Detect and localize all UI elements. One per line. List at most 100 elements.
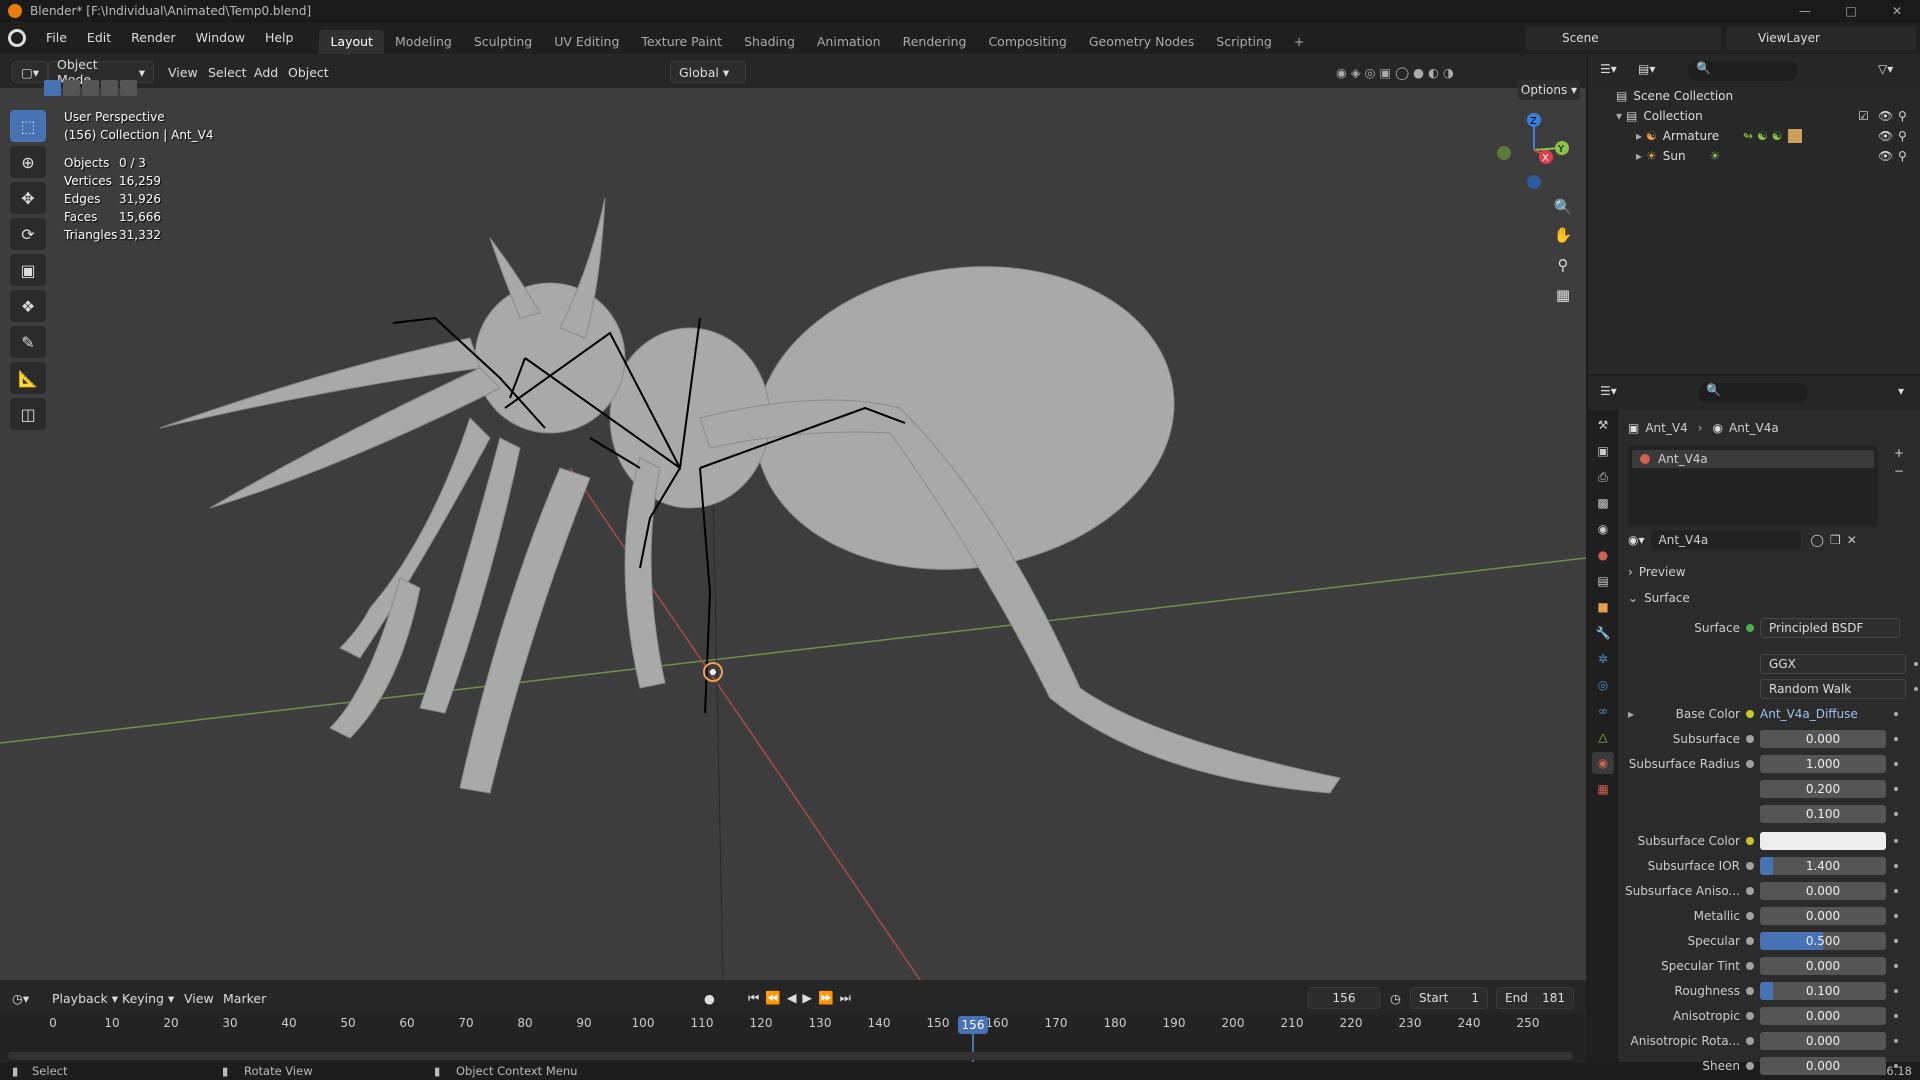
surface-panel-header[interactable]: ⌄ Surface [1618, 588, 1920, 608]
add-cube-tool-icon[interactable]: ◫ [10, 398, 46, 430]
subsurface-color-swatch[interactable] [1760, 832, 1886, 850]
material-name-field[interactable]: Ant_V4a [1650, 530, 1801, 550]
property-value-field[interactable]: 0.100 [1760, 982, 1886, 1000]
record-icon[interactable]: ● [704, 987, 715, 1009]
collection-checkbox[interactable]: ☑ [1858, 109, 1869, 123]
preview-panel-header[interactable]: › Preview [1618, 562, 1920, 582]
expand-sun-icon[interactable]: ▸ [1636, 149, 1642, 163]
pan-hand-icon[interactable]: ✋ [1550, 222, 1576, 248]
select-box-tool-icon[interactable]: ⬚ [10, 110, 46, 142]
zoom-icon[interactable]: 🔍 [1550, 194, 1576, 220]
playback-controls[interactable]: ⏮⏪◀▶⏩⏭ [748, 987, 857, 1009]
unlink-material-icon[interactable]: ✕ [1847, 533, 1857, 547]
base-color-texture-link[interactable]: Ant_V4a_Diffuse [1760, 707, 1886, 721]
distribution-dropdown[interactable]: GGX [1760, 654, 1906, 674]
property-value-field[interactable]: 0.000 [1760, 907, 1886, 925]
keyframe-dot[interactable] [1894, 914, 1898, 918]
expand-collection-icon[interactable]: ▾ [1616, 109, 1622, 123]
options-dropdown[interactable]: Options ▾ [1518, 80, 1580, 100]
camera-render-icon[interactable]: ⚲ [1898, 129, 1907, 143]
tab-scripting[interactable]: Scripting [1205, 30, 1283, 54]
eye-icon[interactable]: 👁 [1878, 109, 1893, 123]
eye-icon[interactable]: 👁 [1878, 129, 1893, 143]
physics-tab-icon[interactable]: ◎ [1592, 674, 1614, 696]
surface-shader-dropdown[interactable]: Principled BSDF [1760, 618, 1900, 638]
object-tab-icon[interactable]: ■ [1592, 596, 1614, 618]
expand-base-color-icon[interactable]: ▸ [1618, 707, 1634, 721]
property-value-field[interactable]: 1.400 [1760, 857, 1886, 875]
property-value-field[interactable]: 0.000 [1760, 1032, 1886, 1050]
frame-ruler[interactable]: 0 10 20 30 40 50 60 70 80 90 100 110 120 130 140 150 160… [0, 1016, 1586, 1036]
keyframe-dot[interactable] [1894, 964, 1898, 968]
menu-playback[interactable]: Playback ▾ [52, 987, 118, 1009]
keyframe-dot[interactable] [1914, 687, 1918, 691]
keyframe-dot[interactable] [1894, 737, 1898, 741]
tab-uv-editing[interactable]: UV Editing [543, 30, 630, 54]
tab-layout[interactable]: Layout [319, 30, 384, 54]
keyframe-dot[interactable] [1894, 889, 1898, 893]
editor-type-button[interactable]: ▢▾ [12, 61, 49, 83]
duplicate-material-icon[interactable]: ❐ [1830, 533, 1841, 547]
tab-animation[interactable]: Animation [806, 30, 892, 54]
menu-help[interactable]: Help [255, 22, 304, 54]
keyframe-dot[interactable] [1894, 1039, 1898, 1043]
tab-geometry-nodes[interactable]: Geometry Nodes [1078, 30, 1205, 54]
keyframe-dot[interactable] [1894, 762, 1898, 766]
tab-texture-paint[interactable]: Texture Paint [630, 30, 733, 54]
menu-edit[interactable]: Edit [77, 22, 121, 54]
outliner-scene-collection[interactable]: ▤ Scene Collection [1588, 86, 1920, 106]
transform-tool-icon[interactable]: ❖ [10, 290, 46, 322]
eye-icon[interactable]: 👁 [1878, 149, 1893, 163]
fake-user-icon[interactable]: ◯ [1811, 533, 1824, 547]
keyframe-dot[interactable] [1894, 787, 1898, 791]
property-value-field[interactable]: 0.000 [1760, 730, 1886, 748]
menu-add[interactable]: Add [254, 61, 278, 83]
tab-rendering[interactable]: Rendering [892, 30, 978, 54]
select-intersect-button[interactable] [120, 80, 137, 96]
keyframe-dot[interactable] [1894, 712, 1898, 716]
outliner-item-armature[interactable]: ▸ ☯ Armature ↬ ☯ ☯ 👁 ⚲ [1588, 126, 1920, 146]
measure-tool-icon[interactable]: 📐 [10, 362, 46, 394]
property-value-field[interactable]: 0.100 [1760, 805, 1886, 823]
properties-editor-type-icon[interactable]: ☰▾ [1600, 384, 1617, 398]
menu-object[interactable]: Object [288, 61, 329, 83]
data-tab-icon[interactable]: △ [1592, 726, 1614, 748]
outliner-search-input[interactable]: 🔍 [1688, 61, 1798, 81]
render-tab-icon[interactable]: ▣ [1592, 440, 1614, 462]
keyframe-dot[interactable] [1894, 989, 1898, 993]
grid-perspective-icon[interactable]: ▦ [1550, 282, 1576, 308]
playhead-frame[interactable]: 156 [958, 1016, 988, 1034]
properties-options-icon[interactable]: ▾ [1898, 384, 1904, 398]
material-tab-icon[interactable]: ◉ [1592, 752, 1614, 774]
annotate-tool-icon[interactable]: ✎ [10, 326, 46, 358]
close-button[interactable]: ✕ [1874, 0, 1920, 22]
menu-select[interactable]: Select [208, 61, 247, 83]
property-value-field[interactable]: 0.200 [1760, 780, 1886, 798]
property-value-field[interactable]: 0.000 [1760, 882, 1886, 900]
outliner-editor-type-icon[interactable]: ☰▾ [1600, 62, 1617, 76]
start-frame-field[interactable]: Start 1 [1410, 987, 1488, 1009]
texture-tab-icon[interactable]: ▦ [1592, 778, 1614, 800]
timeline-scrollbar[interactable] [8, 1052, 1573, 1060]
properties-search-input[interactable]: 🔍 [1698, 383, 1808, 403]
menu-keying[interactable]: Keying ▾ [122, 987, 174, 1009]
keyframe-dot[interactable] [1894, 1014, 1898, 1018]
select-new-button[interactable] [44, 80, 61, 96]
blender-menu-icon[interactable] [8, 29, 26, 47]
cursor-tool-icon[interactable]: ⊕ [10, 146, 46, 178]
particles-tab-icon[interactable]: ✲ [1592, 648, 1614, 670]
add-slot-button[interactable]: + [1894, 446, 1904, 460]
property-value-field[interactable]: 0.000 [1760, 1057, 1886, 1075]
menu-file[interactable]: File [36, 22, 77, 54]
filter-icon[interactable]: ▽▾ [1878, 62, 1893, 76]
tab-compositing[interactable]: Compositing [977, 30, 1077, 54]
select-extend-button[interactable] [63, 80, 80, 96]
scene-tab-icon[interactable]: ◉ [1592, 518, 1614, 540]
timeline-editor-type-icon[interactable]: ◷▾ [12, 987, 29, 1009]
tab-modeling[interactable]: Modeling [384, 30, 463, 54]
material-slot-item[interactable]: Ant_V4a [1632, 450, 1874, 468]
end-frame-field[interactable]: End 181 [1496, 987, 1574, 1009]
tab-shading[interactable]: Shading [733, 30, 806, 54]
keyframe-dot[interactable] [1894, 864, 1898, 868]
outliner-item-sun[interactable]: ▸ ☀ Sun ☀ 👁 ⚲ [1588, 146, 1920, 166]
